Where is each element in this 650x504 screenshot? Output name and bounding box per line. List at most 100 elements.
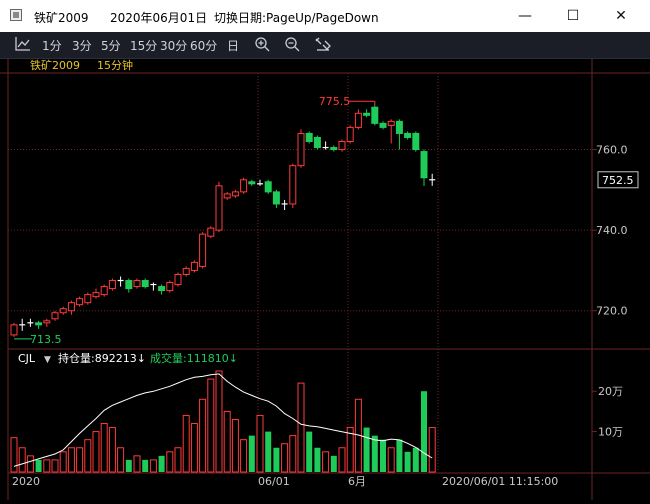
candle-body [182,267,190,275]
volume-bar [223,410,231,473]
volume-bar [18,447,26,473]
zoom-out-icon[interactable] [284,36,300,55]
period-60min[interactable]: 60分 [190,37,217,54]
candle-body [379,122,387,128]
volume-bar [10,437,18,473]
tools-icon[interactable] [314,36,332,55]
candle-body [354,112,362,128]
maximize-button[interactable]: ☐ [550,0,596,32]
line-chart-icon[interactable] [14,35,32,56]
window-title: 铁矿2009 [34,11,89,25]
candle-body [264,181,272,193]
candle-body [223,193,231,199]
price-tick-label: 760.0 [596,144,628,157]
candle-body [248,181,256,185]
candle-body [305,132,313,143]
candle-body [395,120,403,134]
volume-bar [117,447,125,473]
candle-body [338,141,346,151]
volume-bar [51,459,59,473]
zoom-in-icon[interactable] [254,36,270,55]
volume-bar [190,423,198,473]
candle-body [387,120,395,126]
volume-bar [412,447,419,472]
volume-bar [380,439,386,472]
period-15min[interactable]: 15分 [130,37,157,54]
candle-body [10,324,18,336]
volume-bar [142,459,149,472]
kline-chart[interactable]: 760.0 740.0 720.0 752.5 775.5 713.5 20万 10万 2… [0,58,650,500]
candle-body [240,179,248,193]
volume-bar [35,459,42,472]
chart-period-label: 15分钟 [97,59,133,72]
indicator-dropdown-icon[interactable]: ▼ [44,355,51,365]
close-button[interactable]: ✕ [598,0,644,32]
candle-body [125,280,133,290]
volume-bar [338,447,346,473]
volume-bar [100,423,108,473]
volume-bar [306,431,313,472]
price-tick-label: 740.0 [596,224,628,237]
volume-bar [248,435,255,472]
volume-bar [149,459,157,473]
candle-body [133,280,141,288]
volume-bar [108,427,116,473]
volume-bar [363,427,370,472]
candle-body [215,185,223,231]
volume-bar [314,447,321,472]
candle-body [166,282,174,292]
candle-body [297,132,305,167]
chart-symbol-label: 铁矿2009 [30,59,80,72]
period-1min[interactable]: 1分 [42,37,62,54]
candle-body [404,132,412,138]
candle-body [67,302,75,312]
x-axis-label: 06/01 [258,475,290,488]
volume-bar [273,447,280,472]
candle-body [84,294,92,304]
candle-body [92,292,100,298]
volume-bar [396,439,403,472]
volume-bar [428,427,436,473]
candle-body [158,286,166,292]
candle-body [412,132,420,151]
volume-tick-label: 10万 [598,426,623,439]
volume-bar [133,455,141,473]
volume-bar [404,451,411,472]
volume-bar [174,447,182,473]
period-5min[interactable]: 5分 [101,37,121,54]
candle-body [207,227,215,237]
candle-body [231,191,239,197]
candle-body [272,191,280,205]
candle-body [76,298,84,306]
volume-bar [231,418,239,473]
minimize-button[interactable]: — [502,0,548,32]
volume-bar [281,443,289,473]
x-axis-label: 2020 [12,475,40,488]
volume-bar [289,435,297,473]
volume-bar [166,451,174,473]
high-price-label: 775.5 [319,95,351,108]
volume-bar [297,382,305,473]
volume-indicator-label[interactable]: CJL [18,352,36,365]
volume-bar [330,455,337,472]
kline-chart-svg[interactable]: 760.0 740.0 720.0 752.5 775.5 713.5 20万 10万 2… [0,58,650,500]
volume-bar [265,431,272,472]
switch-hint: 切换日期:PageUp/PageDown [214,11,379,25]
price-tick-label: 720.0 [596,305,628,318]
volume-bar [182,414,190,473]
period-day[interactable]: 日 [227,37,239,54]
volume-label: 成交量:111810↓ [150,351,238,365]
app-window: 铁矿2009 2020年06月01日 切换日期:PageUp/PageDown … [0,0,650,500]
candle-body [371,106,379,124]
volume-bar [84,439,92,473]
volume-bar [199,398,207,473]
period-3min[interactable]: 3分 [72,37,92,54]
title-bar: 铁矿2009 2020年06月01日 切换日期:PageUp/PageDown … [0,0,650,32]
candle-body [59,308,67,314]
volume-bar [322,451,330,473]
volume-bar [59,451,67,473]
volume-bar [256,414,264,473]
period-30min[interactable]: 30分 [160,37,187,54]
x-axis-label: 6月 [348,475,366,488]
volume-bar [158,455,165,472]
